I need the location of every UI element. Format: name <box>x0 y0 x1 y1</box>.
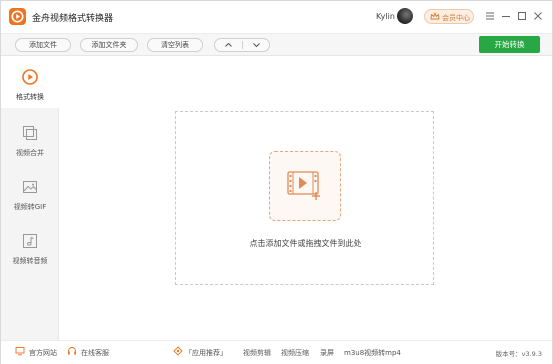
monitor-icon <box>15 346 25 356</box>
sidebar-item-video-to-gif[interactable]: 视频转GIF <box>1 166 59 218</box>
app-recommend-label: 「应用推荐」 <box>185 349 227 357</box>
headset-icon <box>67 346 77 356</box>
version-label: 版本号：v3.9.3 <box>495 350 542 358</box>
footer: 官方网站 在线客服 「应用推荐」 视频剪辑 视频压缩 录屏 m3u8视频转mp4… <box>1 340 552 364</box>
member-center-button[interactable]: 会员中心 <box>424 9 474 24</box>
sidebar-item-format-convert[interactable]: 格式转换 <box>1 56 59 108</box>
drop-hint-text: 点击添加文件或拖拽文件到此处 <box>249 239 362 248</box>
footer-link-m3u8-to-mp4[interactable]: m3u8视频转mp4 <box>344 348 401 358</box>
sidebar-item-label: 格式转换 <box>16 93 44 101</box>
crown-icon <box>430 12 440 23</box>
move-up-button[interactable] <box>215 39 242 51</box>
toolbar: 添加文件 添加文件夹 清空列表 开始转换 <box>1 33 552 56</box>
title-bar: 金舟视频格式转换器 Kylin 会员中心 <box>1 1 552 33</box>
member-center-label: 会员中心 <box>442 14 470 22</box>
menu-icon[interactable] <box>484 10 496 22</box>
sidebar: 格式转换 视频合并 视频转GIF 视频转音频 <box>1 56 59 340</box>
reorder-buttons <box>214 38 270 52</box>
minimize-icon[interactable] <box>500 10 512 22</box>
close-icon[interactable] <box>532 10 544 22</box>
footer-link-video-edit[interactable]: 视频剪辑 <box>243 348 271 358</box>
video-to-gif-icon <box>21 178 39 196</box>
app-logo-icon <box>9 8 26 25</box>
start-convert-button[interactable]: 开始转换 <box>479 36 540 53</box>
sidebar-item-label: 视频转音频 <box>12 257 48 265</box>
move-down-button[interactable] <box>243 39 270 51</box>
online-support-link[interactable]: 在线客服 <box>81 348 109 358</box>
avatar[interactable] <box>397 8 413 24</box>
add-folder-button[interactable]: 添加文件夹 <box>80 38 138 52</box>
official-website-link[interactable]: 官方网站 <box>29 348 57 358</box>
sidebar-item-label: 视频合并 <box>16 149 44 157</box>
app-title: 金舟视频格式转换器 <box>32 14 114 24</box>
footer-link-screen-record[interactable]: 录屏 <box>320 348 334 358</box>
add-file-area[interactable] <box>269 151 341 221</box>
recommend-icon <box>173 346 183 356</box>
footer-link-video-compress[interactable]: 视频压缩 <box>281 348 309 358</box>
clear-list-button[interactable]: 清空列表 <box>147 38 203 52</box>
video-to-audio-icon <box>21 232 39 250</box>
user-name[interactable]: Kylin <box>376 12 395 21</box>
video-merge-icon <box>21 124 39 142</box>
sidebar-item-video-to-audio[interactable]: 视频转音频 <box>1 220 59 272</box>
app-window: 金舟视频格式转换器 Kylin 会员中心 添加文件 添加文件夹 清空列表 开始转… <box>0 0 553 364</box>
maximize-icon[interactable] <box>516 10 528 22</box>
sidebar-item-video-merge[interactable]: 视频合并 <box>1 112 59 164</box>
add-file-button[interactable]: 添加文件 <box>15 38 71 52</box>
sidebar-item-label: 视频转GIF <box>13 203 47 211</box>
file-drop-zone[interactable]: 点击添加文件或拖拽文件到此处 <box>175 111 434 285</box>
format-convert-icon <box>21 68 39 86</box>
